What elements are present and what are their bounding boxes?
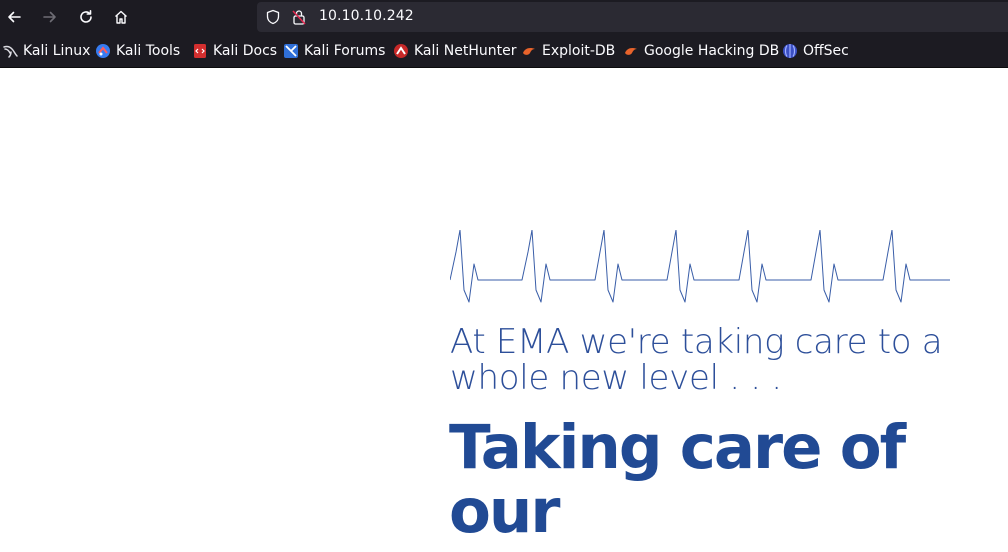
url-text[interactable]: 10.10.10.242 bbox=[319, 8, 414, 24]
tracking-shield-icon[interactable] bbox=[265, 9, 281, 25]
kali-tools-icon bbox=[95, 43, 111, 59]
address-bar[interactable]: 10.10.10.242 bbox=[257, 2, 1008, 32]
forward-button[interactable] bbox=[38, 5, 62, 29]
bookmarks-toolbar: Kali Linux Kali Tools Kali Docs Kali For… bbox=[0, 34, 1008, 68]
bookmark-label: Kali NetHunter bbox=[414, 43, 517, 59]
bookmark-label: Kali Tools bbox=[116, 43, 181, 59]
bookmark-kali-docs[interactable]: Kali Docs bbox=[192, 42, 277, 60]
bookmark-kali-tools[interactable]: Kali Tools bbox=[95, 42, 180, 60]
kali-dragon-icon bbox=[2, 43, 18, 59]
ghdb-icon bbox=[623, 43, 639, 59]
nethunter-icon bbox=[393, 43, 409, 59]
bookmark-label: Kali Forums bbox=[304, 43, 386, 59]
bookmark-kali-linux[interactable]: Kali Linux bbox=[2, 42, 90, 60]
home-icon bbox=[115, 10, 127, 24]
bookmark-kali-forums[interactable]: Kali Forums bbox=[283, 42, 385, 60]
bookmark-kali-nethunter[interactable]: Kali NetHunter bbox=[393, 42, 516, 60]
offsec-icon bbox=[782, 43, 798, 59]
home-button[interactable] bbox=[109, 5, 133, 29]
arrow-left-icon bbox=[8, 11, 21, 23]
kali-forums-icon bbox=[283, 43, 299, 59]
back-button[interactable] bbox=[2, 5, 26, 29]
insecure-lock-icon[interactable] bbox=[292, 9, 306, 25]
hero-tagline: At EMA we're taking care to a whole new … bbox=[450, 322, 943, 398]
exploit-db-icon bbox=[521, 43, 537, 59]
bookmark-offsec[interactable]: OffSec bbox=[782, 42, 849, 60]
bookmark-label: Kali Docs bbox=[213, 43, 278, 59]
bookmark-label: Google Hacking DB bbox=[644, 43, 780, 59]
bookmark-exploit-db[interactable]: Exploit-DB bbox=[521, 42, 615, 60]
hero-headline: Taking care of our bbox=[449, 412, 906, 547]
bookmark-label: Exploit-DB bbox=[542, 43, 616, 59]
reload-icon bbox=[80, 10, 92, 23]
browser-toolbar: 10.10.10.242 bbox=[0, 0, 1008, 34]
reload-button[interactable] bbox=[74, 5, 98, 29]
kali-docs-icon bbox=[192, 43, 208, 59]
bookmark-label: OffSec bbox=[803, 43, 849, 59]
arrow-right-icon bbox=[43, 11, 56, 23]
bookmark-label: Kali Linux bbox=[23, 43, 91, 59]
bookmark-google-hacking-db[interactable]: Google Hacking DB bbox=[623, 42, 779, 60]
page-content: At EMA we're taking care to a whole new … bbox=[0, 69, 1008, 552]
heartbeat-line-graphic bbox=[450, 230, 950, 303]
